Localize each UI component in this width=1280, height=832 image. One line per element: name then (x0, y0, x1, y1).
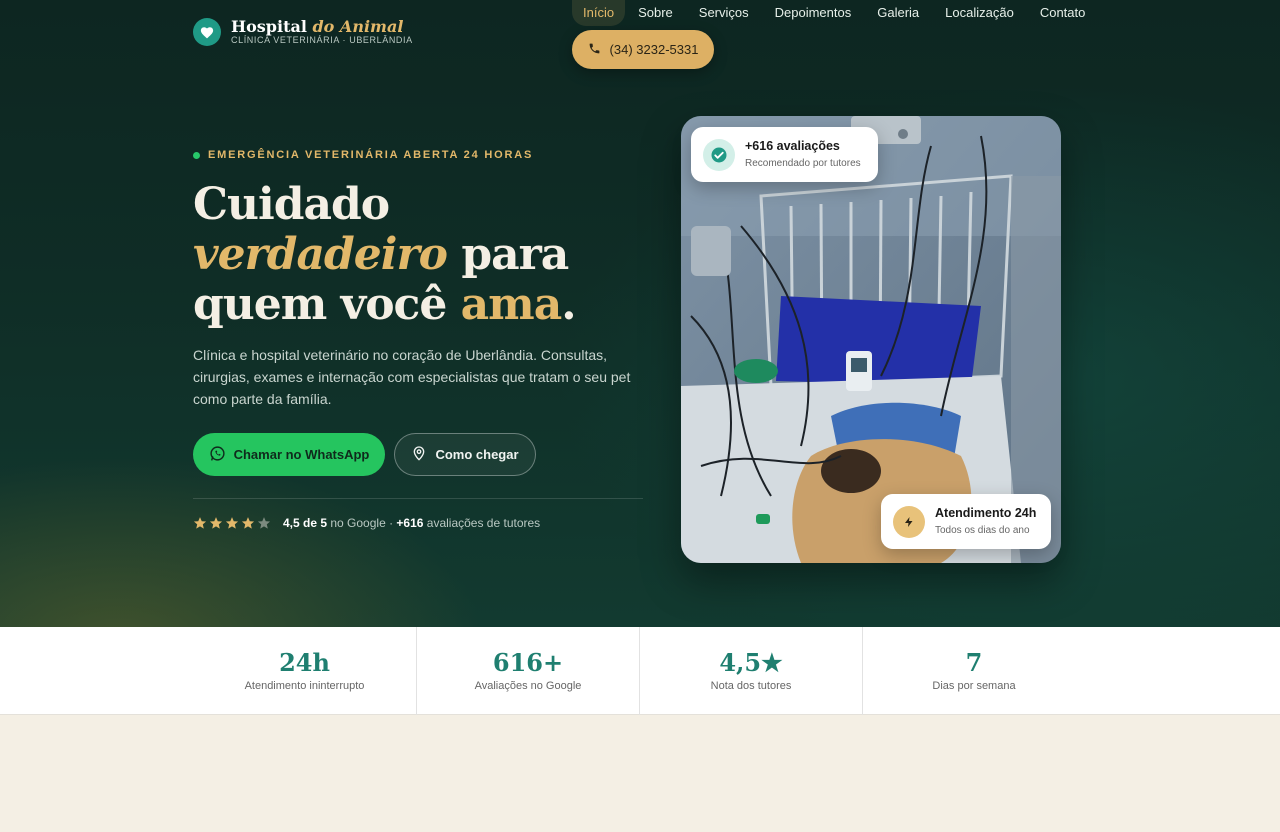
stat-item: 616+ Avaliações no Google (416, 627, 639, 715)
brand-name: Hospital do Animal (231, 17, 404, 36)
whatsapp-icon (209, 445, 226, 465)
map-pin-icon (411, 445, 427, 464)
nav-item-galeria[interactable]: Galeria (864, 0, 932, 26)
nav-item-contato[interactable]: Contato (1027, 0, 1099, 26)
reviews-badge-subtitle: Recomendado por tutores (745, 158, 861, 169)
stat-item: 7 Dias por semana (862, 627, 1085, 715)
lightning-icon (893, 505, 925, 538)
nav-item-inicio[interactable]: Início (572, 0, 626, 26)
whatsapp-label: Chamar no WhatsApp (233, 447, 370, 462)
eyebrow-text: EMERGÊNCIA VETERINÁRIA ABERTA 24 HORAS (208, 149, 534, 161)
stat-value: 616+ (492, 648, 564, 677)
phone-icon (588, 42, 601, 58)
star-half-icon (257, 517, 271, 529)
hero-headline: Cuidado verdadeiro para quem você ama. (193, 179, 577, 330)
heart-icon (193, 18, 221, 46)
main-nav: Início Sobre Serviços Depoimentos Galeri… (572, 0, 1098, 26)
star-icon (241, 517, 255, 529)
nav-item-servicos[interactable]: Serviços (686, 0, 762, 26)
stat-item: 24h Atendimento ininterrupto (193, 627, 416, 715)
star-icon (193, 517, 207, 529)
reviews-badge: +616 avaliações Recomendado por tutores (691, 127, 878, 182)
star-icon (225, 517, 239, 529)
directions-label: Como chegar (435, 447, 519, 462)
nav-item-depoimentos[interactable]: Depoimentos (762, 0, 865, 26)
status-dot-icon (193, 151, 200, 159)
star-rating (193, 516, 271, 530)
stat-label: Avaliações no Google (474, 680, 582, 692)
stat-value: 4,5★ (719, 648, 783, 677)
stat-value: 24h (279, 648, 330, 677)
hero-lead: Clínica e hospital veterinário no coraçã… (193, 347, 631, 407)
google-rating: 4,5 de 5 no Google · +616 avaliações de … (193, 516, 540, 530)
rating-text: 4,5 de 5 no Google · +616 avaliações de … (283, 516, 541, 530)
whatsapp-button[interactable]: Chamar no WhatsApp (193, 433, 385, 476)
stats-bar: 24h Atendimento ininterrupto 616+ Avalia… (0, 627, 1280, 715)
phone-number: (34) 3232-5331 (609, 42, 699, 57)
emergency-eyebrow: EMERGÊNCIA VETERINÁRIA ABERTA 24 HORAS (193, 149, 533, 161)
24h-badge: Atendimento 24h Todos os dias do ano (881, 494, 1051, 549)
stat-value: 7 (965, 648, 983, 677)
nav-item-sobre[interactable]: Sobre (625, 0, 686, 26)
24h-badge-title: Atendimento 24h (935, 506, 1037, 520)
stat-label: Dias por semana (932, 680, 1016, 692)
divider (193, 498, 643, 499)
stat-label: Nota dos tutores (710, 680, 792, 692)
star-icon (209, 517, 223, 529)
stat-item: 4,5★ Nota dos tutores (639, 627, 862, 715)
reviews-badge-title: +616 avaliações (745, 139, 840, 153)
brand-tagline: CLÍNICA VETERINÁRIA · UBERLÂNDIA (231, 35, 413, 45)
brand-logo[interactable]: Hospital do Animal CLÍNICA VETERINÁRIA ·… (193, 18, 413, 46)
hero-section: Hospital do Animal CLÍNICA VETERINÁRIA ·… (0, 0, 1280, 627)
phone-button[interactable]: (34) 3232-5331 (572, 30, 714, 69)
nav-item-localizacao[interactable]: Localização (932, 0, 1027, 26)
stat-label: Atendimento ininterrupto (244, 680, 365, 692)
directions-button[interactable]: Como chegar (394, 433, 536, 476)
check-circle-icon (703, 138, 735, 171)
24h-badge-subtitle: Todos os dias do ano (935, 525, 1030, 536)
